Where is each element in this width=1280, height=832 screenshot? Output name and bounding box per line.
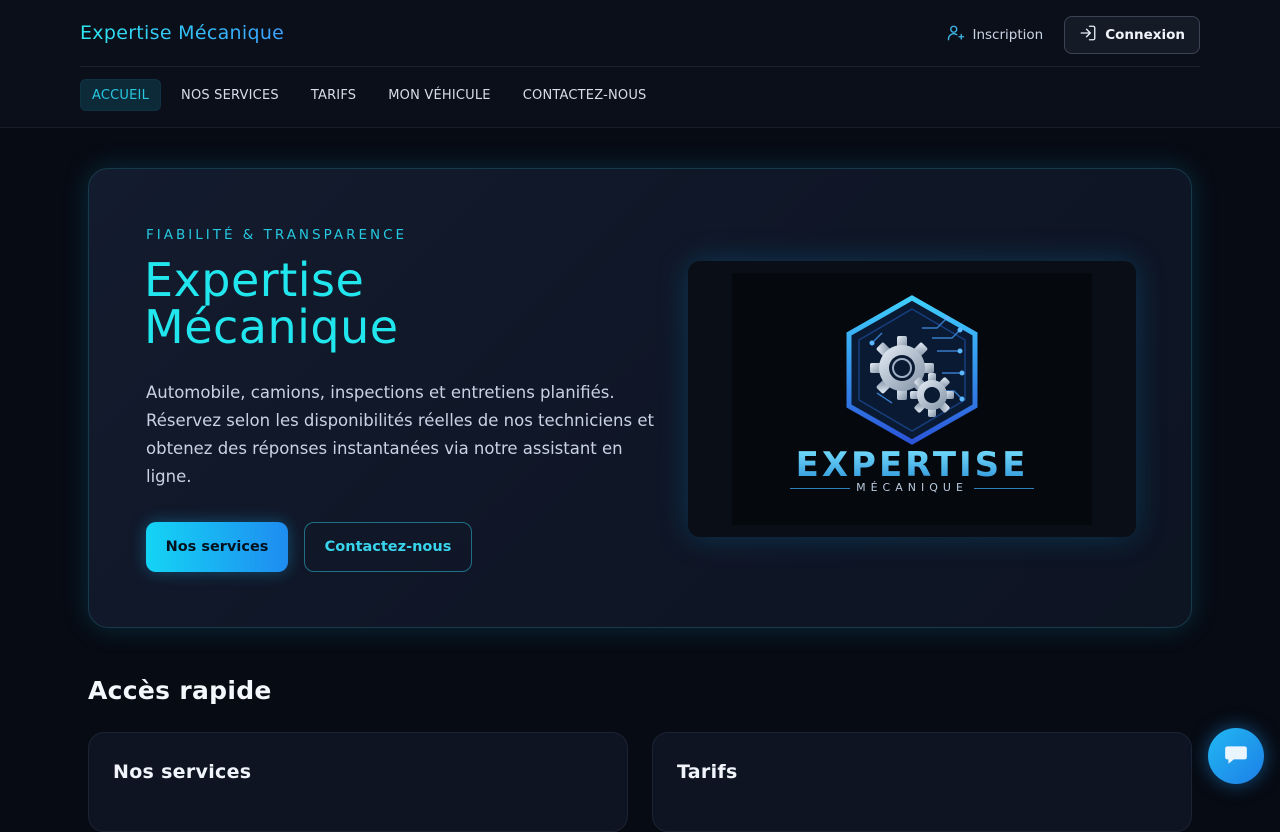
login-icon — [1079, 24, 1097, 46]
logo-sub-line-right — [974, 488, 1034, 489]
gear-hexagon-icon — [846, 295, 978, 445]
connexion-label: Connexion — [1105, 27, 1185, 43]
card-title: Tarifs — [677, 761, 738, 783]
logo-canvas: EXPERTISE MÉCANIQUE — [732, 273, 1092, 525]
logo-wordmark: EXPERTISE — [732, 445, 1092, 485]
brand-logo-text[interactable]: Expertise Mécanique — [80, 22, 284, 44]
nos-services-button[interactable]: Nos services — [146, 522, 288, 572]
chat-button[interactable] — [1208, 728, 1264, 784]
nav-item-tarifs[interactable]: TARIFS — [299, 79, 368, 111]
auth-actions: Inscription Connexion — [947, 16, 1200, 54]
hero-card: FIABILITÉ & TRANSPARENCE Expertise Mécan… — [88, 168, 1192, 628]
nav-item-contactez-nous[interactable]: CONTACTEZ-NOUS — [511, 79, 659, 111]
header-divider — [80, 66, 1200, 67]
hero-title: Expertise Mécanique — [144, 253, 399, 354]
hero-description: Automobile, camions, inspections et entr… — [146, 383, 654, 486]
card-title: Nos services — [113, 761, 252, 783]
user-add-icon — [947, 24, 965, 46]
site-header: Expertise Mécanique Inscription Connexio… — [0, 0, 1280, 128]
quick-access-card-services[interactable]: Nos services — [88, 732, 628, 832]
connexion-button[interactable]: Connexion — [1064, 16, 1200, 54]
nav-item-nos-services[interactable]: NOS SERVICES — [169, 79, 291, 111]
hero-eyebrow: FIABILITÉ & TRANSPARENCE — [146, 227, 408, 243]
inscription-link[interactable]: Inscription — [947, 24, 1043, 46]
hero-logo-image: EXPERTISE MÉCANIQUE — [688, 261, 1136, 537]
chat-bubble-icon — [1223, 741, 1249, 771]
quick-access-card-tarifs[interactable]: Tarifs — [652, 732, 1192, 832]
main-nav: ACCUEIL NOS SERVICES TARIFS MON VÉHICULE… — [80, 79, 667, 111]
quick-access-title: Accès rapide — [88, 676, 272, 705]
logo-subtitle: MÉCANIQUE — [856, 481, 968, 494]
contactez-nous-button[interactable]: Contactez-nous — [304, 522, 472, 572]
inscription-label: Inscription — [972, 27, 1044, 43]
nav-item-accueil[interactable]: ACCUEIL — [80, 79, 162, 111]
nav-item-mon-vehicule[interactable]: MON VÉHICULE — [376, 79, 502, 111]
